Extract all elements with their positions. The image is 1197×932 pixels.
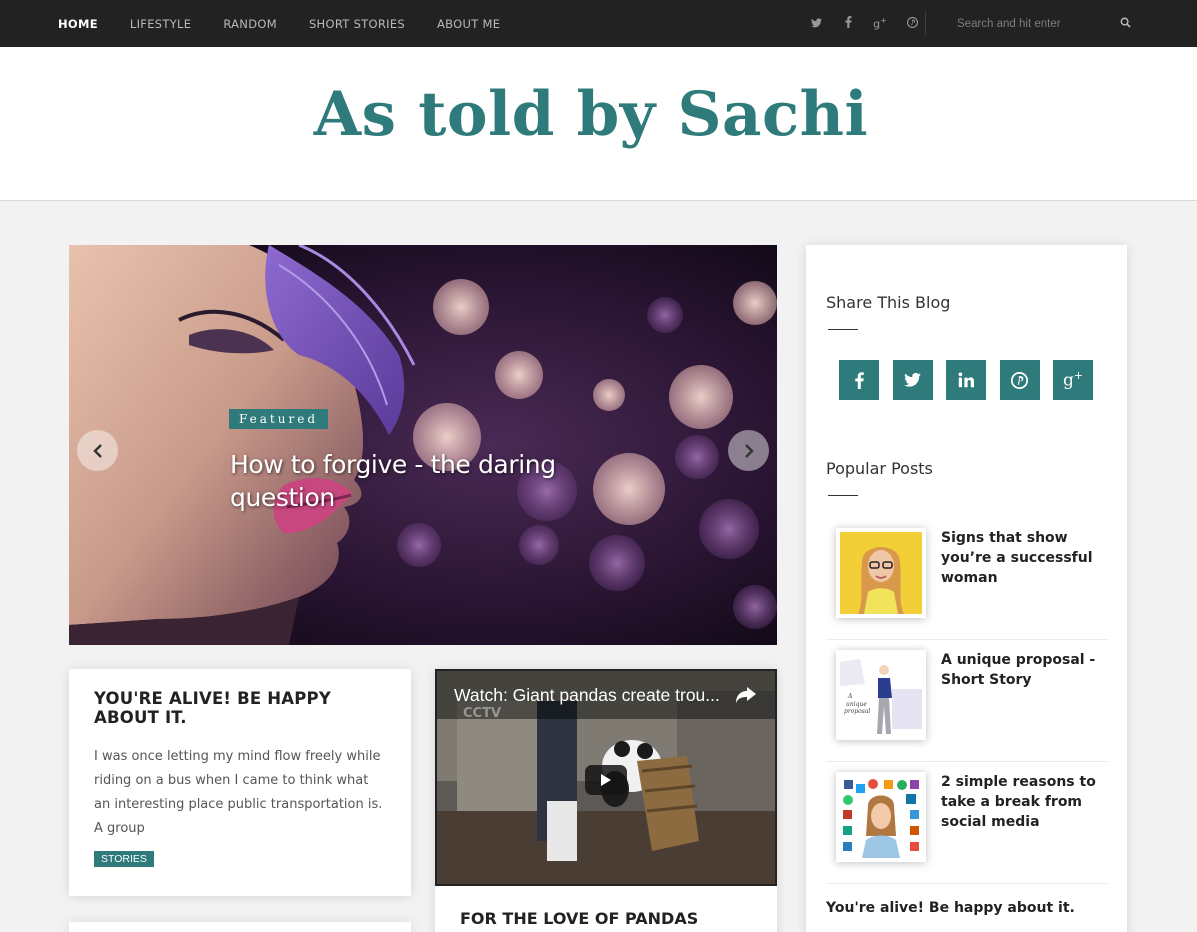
popular-widget-title: Popular Posts xyxy=(826,459,933,478)
nav-item-lifestyle[interactable]: LIFESTYLE xyxy=(130,17,191,31)
search-box xyxy=(957,14,1137,34)
post-title[interactable]: FOR THE LOVE OF PANDAS xyxy=(460,909,698,928)
slide-title[interactable]: How to forgive - the daring question xyxy=(230,448,610,514)
play-icon xyxy=(601,774,611,786)
nav-item-short-stories[interactable]: SHORT STORIES xyxy=(309,17,405,31)
chevron-left-icon xyxy=(92,443,102,458)
svg-text:CCTV: CCTV xyxy=(463,706,501,721)
video-embed[interactable]: CCTV Watch: Giant pandas create trou... xyxy=(435,669,777,886)
twitter-share-button[interactable] xyxy=(892,360,933,400)
pinterest-share-button[interactable] xyxy=(999,360,1040,400)
popular-post-title[interactable]: 2 simple reasons to take a break from so… xyxy=(941,772,1106,832)
featured-slider[interactable]: Featured How to forgive - the daring que… xyxy=(69,245,777,645)
chevron-right-icon xyxy=(744,443,754,458)
post-excerpt: I was once letting my mind flow freely w… xyxy=(94,749,383,836)
post-thumbnail[interactable] xyxy=(836,528,926,618)
slider-prev-button[interactable] xyxy=(77,430,118,471)
thumb-caption-line: unique xyxy=(846,701,867,708)
play-button[interactable] xyxy=(585,765,627,795)
slide-image xyxy=(69,245,777,645)
popular-post-title[interactable]: A unique proposal - Short Story xyxy=(941,650,1106,690)
facebook-icon[interactable] xyxy=(832,16,864,31)
post-card: YOU'RE ALIVE! BE HAPPY ABOUT IT. I was o… xyxy=(69,669,411,896)
share-icon[interactable] xyxy=(735,686,757,704)
title-underline xyxy=(828,329,858,330)
featured-badge[interactable]: Featured xyxy=(229,409,328,429)
twitter-icon[interactable] xyxy=(800,17,832,31)
popular-post-item[interactable]: 2 simple reasons to take a break from so… xyxy=(826,762,1108,884)
sidebar: Share This Blog g+ Popular Posts Signs t… xyxy=(806,245,1127,932)
woman-glasses-image xyxy=(840,532,922,614)
google-plus-icon: g+ xyxy=(1062,369,1084,391)
social-media-icons-image xyxy=(840,776,922,858)
share-widget-title: Share This Blog xyxy=(826,293,951,312)
site-header: As told by Sachi xyxy=(0,47,1197,201)
site-title[interactable]: As told by Sachi xyxy=(0,79,1182,150)
google-plus-share-button[interactable]: g+ xyxy=(1053,360,1093,400)
nav-item-random[interactable]: RANDOM xyxy=(223,17,277,31)
video-post-card: CCTV Watch: Giant pandas create trou... … xyxy=(435,669,777,932)
main-menu: HOME LIFESTYLE RANDOM SHORT STORIES ABOU… xyxy=(58,0,532,47)
share-buttons: g+ xyxy=(839,360,1107,400)
video-title[interactable]: Watch: Giant pandas create trou... xyxy=(454,685,720,706)
facebook-share-button[interactable] xyxy=(839,360,879,400)
proposal-illustration: A unique proposal xyxy=(840,654,922,736)
popular-post-item[interactable]: A unique proposal A unique proposal - Sh… xyxy=(826,640,1108,762)
linkedin-share-button[interactable] xyxy=(946,360,986,400)
top-navigation-bar: HOME LIFESTYLE RANDOM SHORT STORIES ABOU… xyxy=(0,0,1197,47)
search-icon[interactable] xyxy=(1120,17,1131,28)
search-input[interactable] xyxy=(957,18,1107,30)
popular-post-text-link[interactable]: You're alive! Be happy about it. xyxy=(826,900,1075,916)
popular-post-item[interactable]: Signs that show you’re a successful woma… xyxy=(826,518,1108,640)
google-plus-icon[interactable]: g+ xyxy=(864,16,896,31)
linkedin-icon xyxy=(958,372,974,388)
pinterest-icon[interactable] xyxy=(896,16,928,31)
facebook-icon xyxy=(854,371,864,389)
top-divider xyxy=(925,11,926,35)
post-title[interactable]: YOU'RE ALIVE! BE HAPPY ABOUT IT. xyxy=(94,689,386,727)
title-underline xyxy=(828,495,858,496)
nav-item-about-me[interactable]: ABOUT ME xyxy=(437,17,500,31)
thumb-caption-line: A xyxy=(847,693,853,700)
post-thumbnail[interactable]: A unique proposal xyxy=(836,650,926,740)
top-social-links: g+ xyxy=(800,0,928,47)
post-card xyxy=(69,922,411,932)
post-thumbnail[interactable] xyxy=(836,772,926,862)
category-tag[interactable]: STORIES xyxy=(94,851,154,867)
nav-item-home[interactable]: HOME xyxy=(58,17,98,31)
slider-next-button[interactable] xyxy=(728,430,769,471)
pinterest-icon xyxy=(1011,371,1028,389)
twitter-icon xyxy=(904,373,921,387)
thumb-caption-line: proposal xyxy=(844,708,870,715)
popular-post-title[interactable]: Signs that show you’re a successful woma… xyxy=(941,528,1106,588)
